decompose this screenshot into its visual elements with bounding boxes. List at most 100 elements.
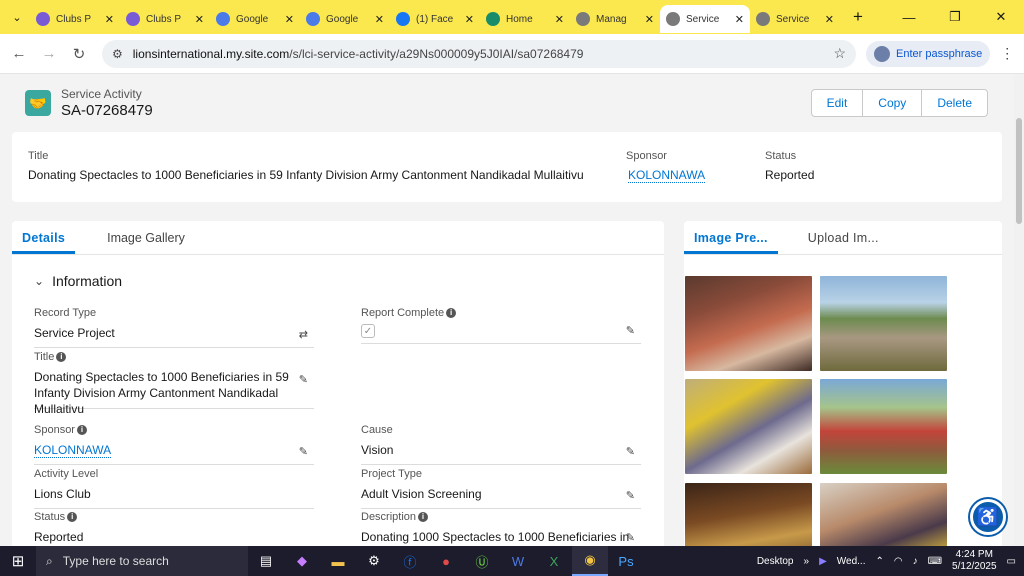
back-arrow-icon[interactable]: ← xyxy=(4,45,34,62)
browser-tab[interactable]: Google ✕ xyxy=(210,5,300,33)
gallery-image[interactable] xyxy=(685,379,812,474)
globe-icon xyxy=(666,12,680,26)
url-text[interactable]: lionsinternational.my.site.com/s/lci-ser… xyxy=(133,47,824,61)
close-tab-icon[interactable]: ✕ xyxy=(375,13,384,26)
edit-pencil-icon[interactable]: ✎ xyxy=(626,489,635,502)
field-project-type: Project Type Adult Vision Screening ✎ xyxy=(361,468,641,509)
copy-button[interactable]: Copy xyxy=(862,90,922,116)
close-tab-icon[interactable]: ✕ xyxy=(555,13,564,26)
app-icon[interactable]: ● xyxy=(428,546,464,576)
gallery-image[interactable] xyxy=(685,483,812,546)
maximize-icon[interactable]: ❐ xyxy=(932,9,978,25)
browser-tab[interactable]: Service ✕ xyxy=(750,5,840,33)
delete-button[interactable]: Delete xyxy=(921,90,987,116)
close-tab-icon[interactable]: ✕ xyxy=(465,13,474,26)
photoshop-icon[interactable]: Ps xyxy=(608,546,644,576)
edit-pencil-icon[interactable]: ✎ xyxy=(299,445,308,458)
gallery-image[interactable] xyxy=(820,276,947,371)
browser-tab[interactable]: Clubs P ✕ xyxy=(120,5,210,33)
volume-icon[interactable]: ♪ xyxy=(913,556,918,567)
section-information[interactable]: ⌄ Information xyxy=(34,273,122,289)
info-icon[interactable]: i xyxy=(418,512,429,522)
highlight-sponsor-link[interactable]: KOLONNAWA xyxy=(628,168,706,183)
settings-icon[interactable]: ⚙ xyxy=(356,546,392,576)
profile-passphrase-button[interactable]: Enter passphrase xyxy=(866,40,991,67)
weather-label[interactable]: Wed... xyxy=(837,556,866,567)
word-icon[interactable]: W xyxy=(500,546,536,576)
keyboard-icon[interactable]: ⌨ xyxy=(928,556,942,567)
browser-tab-label: Service xyxy=(776,13,810,25)
info-icon[interactable]: i xyxy=(56,352,67,362)
chevron-up-icon[interactable]: » xyxy=(804,556,810,567)
chevron-down-icon: ⌄ xyxy=(34,274,45,288)
chrome-icon[interactable]: ◉ xyxy=(572,546,608,576)
field-label: Sponsor xyxy=(34,424,75,436)
close-tab-icon[interactable]: ✕ xyxy=(735,13,744,26)
network-icon[interactable]: ◠ xyxy=(894,556,903,567)
info-icon[interactable]: i xyxy=(67,512,78,522)
change-record-type-icon[interactable]: ⇄ xyxy=(299,328,308,341)
file-explorer-icon[interactable]: ▬ xyxy=(320,546,356,576)
edit-button[interactable]: Edit xyxy=(811,90,863,116)
edit-pencil-icon[interactable]: ✎ xyxy=(626,324,635,337)
site-info-icon[interactable]: ⚙ xyxy=(112,47,123,61)
close-tab-icon[interactable]: ✕ xyxy=(105,13,114,26)
edit-pencil-icon[interactable]: ✎ xyxy=(299,373,308,386)
forward-arrow-icon[interactable]: → xyxy=(34,45,64,62)
record-actions: Edit Copy Delete xyxy=(810,89,988,117)
tab-image-gallery[interactable]: Image Gallery xyxy=(97,221,195,254)
minimize-icon[interactable]: — xyxy=(886,10,932,25)
tray-chevron-icon[interactable]: ⌃ xyxy=(875,556,883,567)
close-tab-icon[interactable]: ✕ xyxy=(195,13,204,26)
browser-tab[interactable]: Clubs P ✕ xyxy=(30,5,120,33)
tab-upload-image[interactable]: Upload Im... xyxy=(798,221,889,254)
system-tray: Desktop » ▶ Wed... ⌃ ◠ ♪ ⌨ 4:24 PM 5/12/… xyxy=(757,546,1024,576)
copilot-icon[interactable]: ◆ xyxy=(284,546,320,576)
gallery-image[interactable] xyxy=(685,276,812,371)
browser-tab[interactable]: Google ✕ xyxy=(300,5,390,33)
search-icon: ⌕ xyxy=(46,553,53,568)
edit-pencil-icon[interactable]: ✎ xyxy=(626,531,635,544)
tab-details[interactable]: Details xyxy=(12,221,76,254)
facebook-app-icon[interactable]: ⓕ xyxy=(392,546,428,576)
task-view-icon[interactable]: ▤ xyxy=(248,546,284,576)
info-icon[interactable]: i xyxy=(76,425,87,435)
browser-menu-icon[interactable]: ⋮ xyxy=(1000,45,1014,62)
gallery-image[interactable] xyxy=(820,379,947,474)
close-tab-icon[interactable]: ✕ xyxy=(285,13,294,26)
bookmark-star-icon[interactable]: ☆ xyxy=(833,45,846,62)
browser-tab[interactable]: Service ✕ xyxy=(660,5,750,33)
close-tab-icon[interactable]: ✕ xyxy=(645,13,654,26)
new-tab-button[interactable]: + xyxy=(846,7,870,27)
taskbar-search[interactable]: ⌕ Type here to search xyxy=(36,546,248,576)
excel-icon[interactable]: X xyxy=(536,546,572,576)
browser-tab[interactable]: Home ✕ xyxy=(480,5,570,33)
browser-tab[interactable]: (1) Face ✕ xyxy=(390,5,480,33)
sponsor-link[interactable]: KOLONNAWA xyxy=(34,443,112,458)
tab-search-chevron-icon[interactable]: ⌄ xyxy=(4,5,30,29)
browser-tab-label: (1) Face xyxy=(416,13,454,25)
scrollbar-thumb[interactable] xyxy=(1016,118,1022,224)
accessibility-icon[interactable]: ♿ xyxy=(970,499,1006,535)
upwork-icon[interactable]: Ⓤ xyxy=(464,546,500,576)
notification-icon[interactable]: ▭ xyxy=(1007,556,1016,567)
info-icon[interactable]: i xyxy=(446,308,457,318)
weather-icon[interactable]: ▶ xyxy=(819,556,827,567)
reload-icon[interactable]: ↻ xyxy=(64,45,94,63)
url-bar[interactable]: ⚙ lionsinternational.my.site.com/s/lci-s… xyxy=(102,39,856,68)
window-controls: — ❐ ✕ xyxy=(886,0,1024,34)
windows-start-icon[interactable]: ⊞ xyxy=(0,552,36,570)
clock[interactable]: 4:24 PM 5/12/2025 xyxy=(952,549,997,573)
lions-icon xyxy=(126,12,140,26)
field-value: Vision xyxy=(361,443,394,457)
detail-tabs: Details Image Gallery xyxy=(12,221,664,255)
browser-tab[interactable]: Manag ✕ xyxy=(570,5,660,33)
report-complete-checkbox[interactable]: ✓ xyxy=(361,324,375,338)
close-tab-icon[interactable]: ✕ xyxy=(825,13,834,26)
close-window-icon[interactable]: ✕ xyxy=(978,9,1024,25)
gallery-image[interactable] xyxy=(820,483,947,546)
page-scrollbar[interactable] xyxy=(1014,74,1024,546)
tab-image-preview[interactable]: Image Pre... xyxy=(684,221,778,254)
desktop-toolbar-label[interactable]: Desktop xyxy=(757,556,794,567)
edit-pencil-icon[interactable]: ✎ xyxy=(626,445,635,458)
